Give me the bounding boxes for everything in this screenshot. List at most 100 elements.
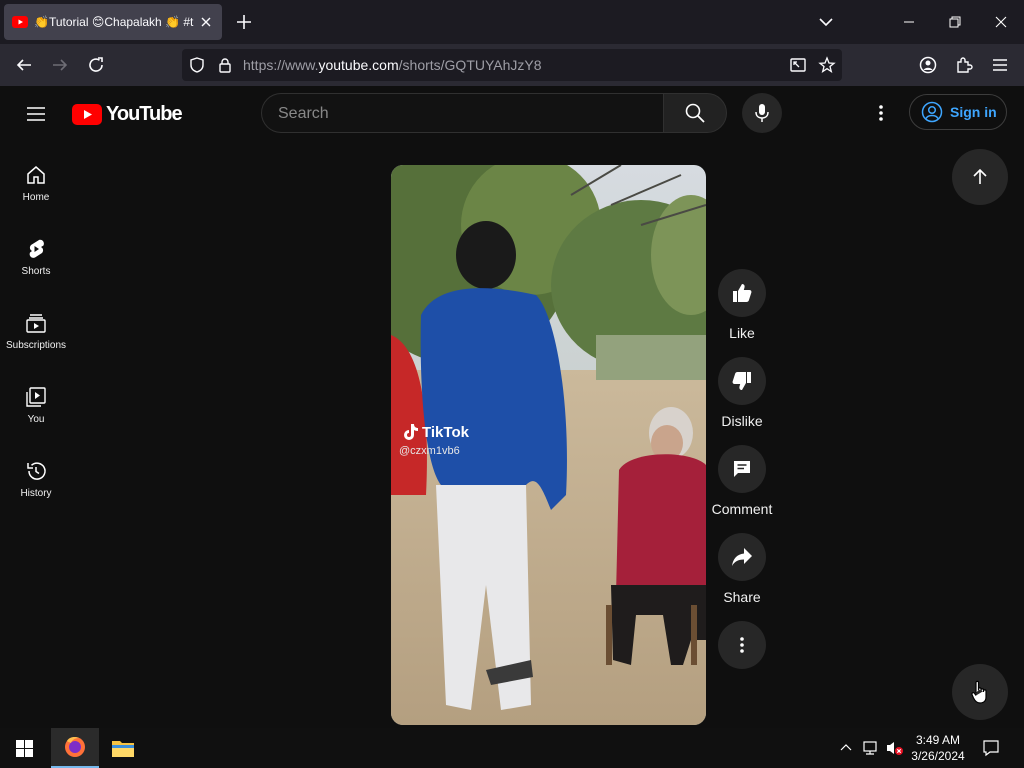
next-video-button[interactable] [952, 664, 1008, 720]
sidebar-item-you[interactable]: You [0, 370, 72, 444]
back-arrow-icon[interactable] [14, 55, 34, 75]
like-button[interactable]: Like [711, 269, 773, 341]
subscriptions-icon [26, 314, 46, 333]
sidebar-item-subscriptions[interactable]: Subscriptions [0, 296, 72, 370]
thumbs-down-icon [732, 372, 751, 390]
tiktok-watermark: TikTok @czxm1vb6 [399, 423, 469, 458]
comment-button[interactable]: Comment [711, 445, 773, 517]
sidebar-item-label: You [27, 414, 45, 425]
youtube-masthead: YouTube Sign in [0, 86, 1024, 142]
close-icon [995, 16, 1007, 28]
folder-icon [112, 741, 134, 757]
notifications-icon[interactable] [982, 739, 1000, 757]
settings-more-button[interactable] [869, 101, 893, 125]
more-vertical-icon [879, 105, 883, 121]
sign-in-label: Sign in [950, 104, 997, 120]
lock-icon[interactable] [216, 56, 234, 74]
address-bar[interactable]: https://www.youtube.com/shorts/GQTUYAhJz… [182, 49, 842, 81]
browser-tab-strip: 👏Tutorial 😊Chapalakh 👏 #t [0, 0, 1024, 44]
home-icon [27, 166, 45, 184]
clock-date: 3/26/2024 [911, 749, 965, 763]
more-vertical-icon [740, 637, 744, 653]
share-circle[interactable] [718, 533, 766, 581]
voice-search-button[interactable] [742, 93, 782, 133]
sidebar-item-label: History [20, 488, 52, 499]
restore-button[interactable] [932, 0, 978, 44]
account-circle-icon [921, 101, 943, 123]
browser-tab[interactable]: 👏Tutorial 😊Chapalakh 👏 #t [4, 4, 222, 40]
url-prefix: https://www. [243, 57, 319, 73]
guide-menu-icon[interactable] [24, 102, 48, 126]
tracking-protection-shield-icon[interactable] [188, 56, 206, 74]
restore-icon [949, 16, 961, 28]
list-all-tabs-icon[interactable] [816, 12, 836, 32]
microphone-icon [755, 104, 769, 122]
start-button[interactable] [0, 728, 48, 768]
taskbar-firefox[interactable] [51, 728, 99, 768]
dislike-button[interactable]: Dislike [711, 357, 773, 429]
extensions-puzzle-icon[interactable] [954, 55, 974, 75]
app-menu-icon[interactable] [990, 55, 1010, 75]
hand-pointer-cursor-icon [971, 680, 987, 704]
clock-time: 3:49 AM [915, 733, 961, 747]
reload-icon[interactable] [86, 55, 106, 75]
more-actions-button[interactable] [711, 621, 773, 669]
search-icon [685, 103, 705, 123]
share-label: Share [723, 589, 761, 605]
windows-logo-icon [15, 739, 33, 757]
like-circle[interactable] [718, 269, 766, 317]
taskbar-file-explorer[interactable] [99, 728, 147, 768]
browser-navigation-bar: https://www.youtube.com/shorts/GQTUYAhJz… [0, 44, 1024, 130]
thumbs-up-icon [733, 284, 752, 302]
tiktok-handle-text: @czxm1vb6 [399, 445, 460, 457]
url-host: youtube.com [318, 57, 399, 73]
previous-video-button[interactable] [952, 149, 1008, 205]
youtube-logo-text: YouTube [106, 102, 183, 125]
taskbar-clock[interactable]: 3:49 AM 3/26/2024 [905, 732, 971, 764]
like-label: Like [729, 325, 755, 341]
network-icon[interactable] [862, 740, 880, 756]
forward-arrow-icon[interactable] [50, 55, 70, 75]
tab-close-icon[interactable] [198, 14, 214, 30]
share-arrow-icon [732, 548, 752, 566]
search-box [261, 93, 663, 133]
chevron-up-icon[interactable] [840, 742, 852, 754]
picture-in-picture-icon[interactable] [789, 56, 807, 74]
minimize-button[interactable] [886, 0, 932, 44]
youtube-favicon-icon [12, 16, 28, 28]
sidebar-item-history[interactable]: History [0, 444, 72, 518]
history-icon [27, 462, 46, 480]
you-icon [26, 387, 46, 407]
shorts-video-player[interactable]: TikTok @czxm1vb6 [391, 165, 706, 725]
tiktok-brand-text: TikTok [422, 423, 469, 441]
shorts-icon [29, 239, 44, 258]
youtube-logo[interactable]: YouTube [72, 102, 183, 126]
arrow-up-icon [973, 168, 987, 184]
sidebar-item-shorts[interactable]: Shorts [0, 222, 72, 296]
tab-title: 👏Tutorial 😊Chapalakh 👏 #t [34, 15, 194, 29]
close-window-button[interactable] [978, 0, 1024, 44]
sidebar-item-label: Home [22, 192, 50, 203]
account-icon[interactable] [918, 55, 938, 75]
comment-label: Comment [711, 501, 773, 517]
new-tab-icon[interactable] [234, 12, 254, 32]
youtube-play-logo-icon [72, 103, 102, 125]
comment-circle[interactable] [718, 445, 766, 493]
share-button[interactable]: Share [711, 533, 773, 605]
search-input[interactable] [278, 103, 638, 125]
volume-muted-icon[interactable] [886, 740, 904, 756]
bookmark-star-icon[interactable] [818, 56, 836, 74]
tiktok-logo-icon [404, 424, 418, 440]
more-actions-circle[interactable] [718, 621, 766, 669]
url-path: /shorts/GQTUYAhJzY8 [398, 57, 542, 73]
sidebar-item-home[interactable]: Home [0, 148, 72, 222]
search-button[interactable] [663, 93, 727, 133]
dislike-label: Dislike [721, 413, 763, 429]
sidebar-item-label: Shorts [21, 266, 51, 277]
url-text[interactable]: https://www.youtube.com/shorts/GQTUYAhJz… [243, 57, 542, 73]
sign-in-button[interactable]: Sign in [909, 94, 1007, 130]
windows-taskbar: 3:49 AM 3/26/2024 [0, 728, 1024, 768]
minimize-icon [904, 21, 914, 23]
dislike-circle[interactable] [718, 357, 766, 405]
comment-icon [734, 461, 750, 477]
